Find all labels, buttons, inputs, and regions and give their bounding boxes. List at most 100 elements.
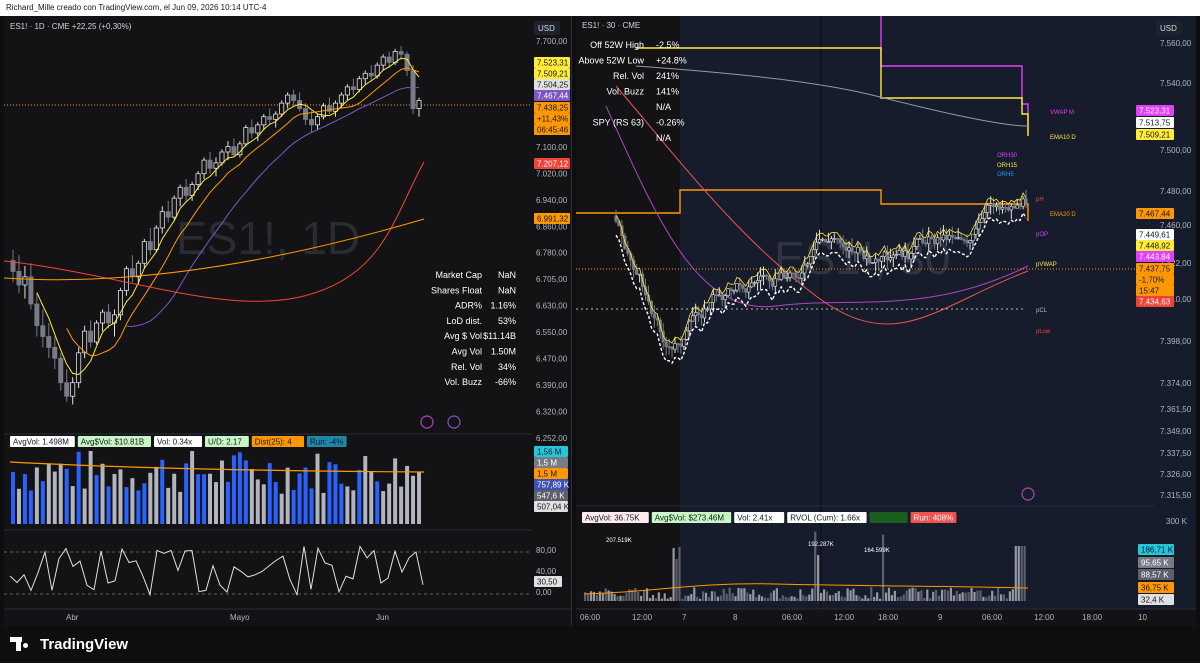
- right-volume-bar: [628, 589, 631, 601]
- svg-text:7.467,44: 7.467,44: [537, 92, 569, 101]
- right-candle-body: [915, 238, 919, 247]
- right-candle-body: [835, 238, 839, 240]
- right-volume-bar: [696, 596, 699, 601]
- right-chart-svg[interactable]: ES1! · 30 · CMEES1!, 30USD7.560,007.540,…: [576, 16, 1196, 626]
- left-price-label: 7.523,31: [534, 57, 570, 68]
- right-volume-bar: [746, 592, 749, 601]
- right-candle-body: [776, 278, 780, 281]
- right-candle-body: [856, 247, 860, 254]
- svg-text:1,5 M: 1,5 M: [537, 470, 557, 479]
- right-candle-body: [702, 308, 707, 319]
- left-candle-body: [165, 211, 171, 218]
- svg-text:757,89 K: 757,89 K: [537, 481, 570, 490]
- tradingview-logo[interactable]: TradingView: [10, 635, 128, 653]
- tradingview-brand: TradingView: [40, 635, 129, 653]
- left-price-tick: 6.320,00: [536, 408, 568, 417]
- left-volume-bar: [315, 453, 320, 524]
- right-price-tick: 7.374,00: [1160, 379, 1192, 388]
- right-volume-bar: [820, 592, 823, 601]
- left-volume-bar: [303, 467, 308, 524]
- left-volume-bar: [261, 484, 266, 524]
- left-chart-svg[interactable]: ES1! · 1D · CME +22,25 (+0,30%) ES1!, 1D U…: [4, 16, 572, 626]
- right-volume-bar: [890, 595, 893, 601]
- right-volume-bar: [690, 594, 693, 601]
- left-volume-bar: [279, 493, 284, 524]
- right-candle-body: [847, 247, 851, 251]
- right-volume-bar: [678, 546, 681, 601]
- right-volume-bar: [970, 587, 973, 601]
- right-stat-label: Vol. Buzz: [606, 87, 644, 97]
- right-candle-body: [705, 308, 710, 311]
- right-volume-bar: [595, 594, 598, 601]
- right-volume-bar: [985, 597, 988, 601]
- right-price-tick: 7.560,00: [1160, 39, 1192, 48]
- left-chart-panel[interactable]: ES1! · 1D · CME +22,25 (+0,30%) ES1!, 1D U…: [4, 16, 572, 626]
- left-osc-tick: 80,00: [536, 546, 557, 555]
- right-volume-bar: [822, 589, 826, 601]
- left-volume-bar: [375, 481, 380, 524]
- right-candle-body: [1006, 207, 1010, 211]
- left-volume-bar: [357, 469, 362, 524]
- right-candle-body: [738, 283, 742, 286]
- right-stat-value: +24.8%: [656, 56, 687, 66]
- right-volume-bar: [693, 587, 696, 601]
- right-volume-bar: [825, 591, 829, 601]
- left-price-label: 7.509,21: [534, 68, 570, 79]
- left-stat-value: 34%: [498, 362, 516, 372]
- left-volume-bar: [172, 473, 177, 524]
- left-stat-label: Avg $ Vol: [444, 331, 482, 341]
- right-x-label: 7: [682, 613, 687, 622]
- right-stat-label: Rel. Vol: [613, 71, 644, 81]
- left-price-tick: 7.700,00: [536, 37, 568, 46]
- right-candle-body: [953, 236, 957, 239]
- left-candle-body: [219, 151, 225, 164]
- left-volume-badge: U/D: 2.17: [205, 436, 249, 447]
- left-volume-bar: [363, 456, 368, 524]
- right-candle-body: [903, 250, 907, 257]
- left-candle-body: [267, 116, 273, 120]
- svg-text:30,50: 30,50: [537, 578, 558, 587]
- left-volume-bar: [58, 463, 63, 524]
- right-x-label: 06:00: [982, 613, 1003, 622]
- right-candle-body: [717, 294, 721, 297]
- right-session-shade: [976, 16, 1196, 609]
- right-candle-body: [753, 282, 757, 285]
- right-candle-body: [770, 280, 774, 287]
- right-candle-body: [930, 236, 934, 240]
- left-price-label: +11,43%: [534, 113, 570, 124]
- right-level-tag: EMA10 D: [1050, 135, 1076, 141]
- right-candle-body: [983, 212, 987, 219]
- left-candle-body: [117, 290, 123, 316]
- right-volume-bar: [761, 596, 764, 601]
- right-candle-body: [773, 278, 777, 287]
- right-candle-body: [850, 247, 854, 253]
- left-volume-bar: [124, 487, 129, 524]
- right-candle-body: [732, 289, 736, 292]
- left-price-tick: 6.780,00: [536, 249, 568, 258]
- left-volume-bar: [22, 474, 27, 524]
- svg-text:7.504,25: 7.504,25: [537, 81, 569, 90]
- left-volume-bar: [160, 459, 165, 524]
- right-x-label: 12:00: [834, 613, 855, 622]
- left-stat-value: $11.14B: [483, 331, 516, 341]
- left-candle-body: [332, 102, 338, 112]
- left-candle-body: [213, 162, 219, 169]
- right-volume-bar: [852, 588, 855, 601]
- right-candle-body: [691, 315, 695, 322]
- right-volume-bar: [896, 597, 899, 601]
- right-chart-panel[interactable]: ES1! · 30 · CME ES1!, 30 USD 7.560,00 7.540,…: [576, 16, 1196, 626]
- right-volume-bar: [1005, 598, 1009, 601]
- right-level-tag: pOP: [1036, 232, 1048, 238]
- svg-text:7.509,21: 7.509,21: [1139, 131, 1171, 140]
- right-volume-badge: [869, 512, 908, 523]
- right-volume-bar: [784, 597, 787, 601]
- right-volume-bar: [932, 591, 935, 601]
- left-volume-bar: [154, 466, 159, 524]
- right-candle-body: [974, 228, 978, 235]
- right-volume-bar: [979, 590, 982, 601]
- right-level-tag: pH: [1036, 197, 1044, 203]
- svg-text:-1,70%: -1,70%: [1139, 276, 1164, 285]
- right-volume-bar: [796, 598, 799, 601]
- svg-text:1,56 M: 1,56 M: [537, 448, 562, 457]
- left-price-tick: 6.470,00: [536, 355, 568, 364]
